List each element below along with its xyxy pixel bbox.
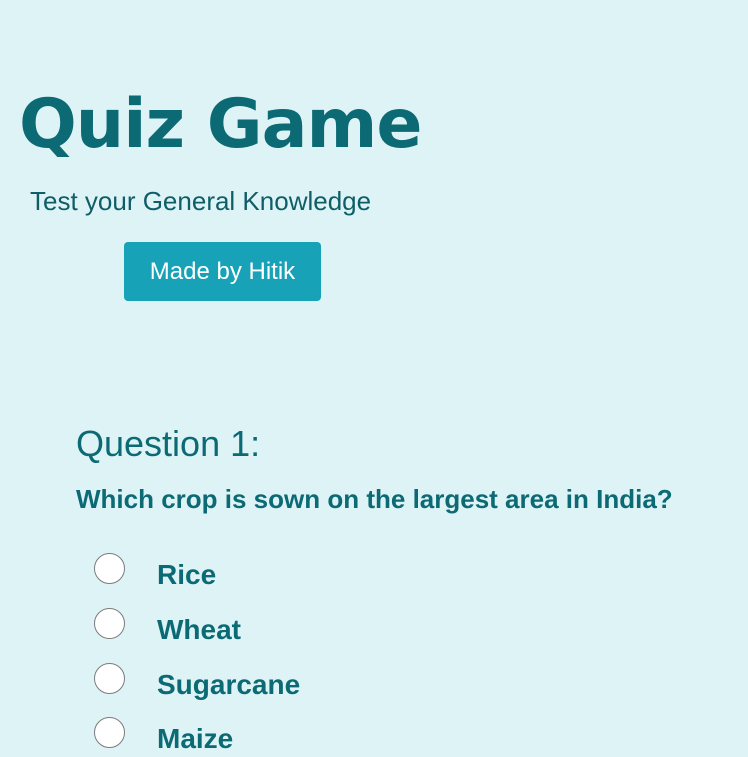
option-radio[interactable] xyxy=(94,608,125,639)
option-wheat[interactable]: Wheat xyxy=(94,608,694,648)
option-maize[interactable]: Maize xyxy=(94,717,694,757)
option-radio[interactable] xyxy=(94,663,125,694)
option-rice[interactable]: Rice xyxy=(94,553,694,593)
option-label: Wheat xyxy=(157,614,241,645)
option-radio[interactable] xyxy=(94,717,125,748)
made-by-button[interactable]: Made by Hitik xyxy=(124,242,321,301)
option-label: Maize xyxy=(157,723,234,754)
question-text: Which crop is sown on the largest area i… xyxy=(76,484,673,514)
page-subtitle: Test your General Knowledge xyxy=(30,186,372,216)
option-label: Rice xyxy=(157,559,217,590)
option-sugarcane[interactable]: Sugarcane xyxy=(94,663,694,703)
option-radio[interactable] xyxy=(94,553,125,584)
option-label: Sugarcane xyxy=(157,669,301,700)
page-title: Quiz Game xyxy=(19,85,422,164)
question-heading: Question 1: xyxy=(76,423,261,464)
